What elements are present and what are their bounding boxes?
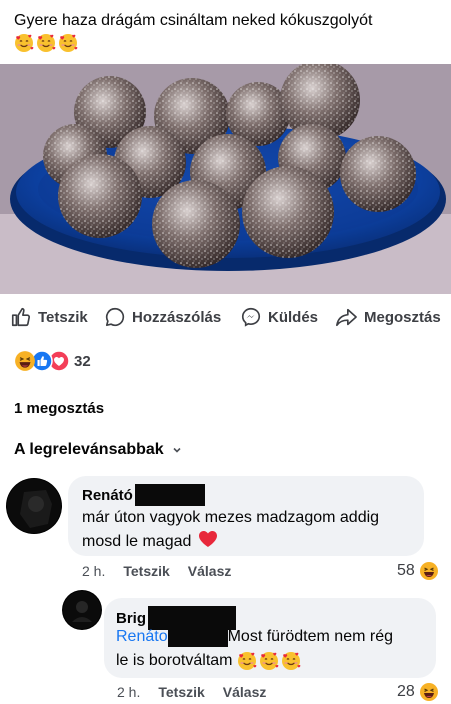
comment-reply-button[interactable]: Válasz [188,563,232,579]
like-button[interactable]: Tetszik [10,306,88,328]
haha-icon [419,561,439,581]
reaction-summary[interactable]: 32 [14,350,91,372]
post-action-bar: Tetszik Hozzászólás Küldés Megosztás [0,300,451,336]
reaction-count-value: 58 [397,562,415,579]
comment-body: már úton vagyok mezes madzagom addig mos… [82,509,380,550]
reaction-count: 32 [74,352,91,370]
reply-mention[interactable]: Renáto [116,628,168,645]
smiling-face-with-hearts-icon [281,651,301,671]
smiling-face-with-hearts-icon [58,33,78,53]
comment-like-button[interactable]: Tetszik [123,563,169,579]
comment-author[interactable]: Renátó [82,487,133,504]
smiling-face-with-hearts-icon [237,651,257,671]
reply-text-line2: le is borotváltam [116,649,301,673]
redacted-name [134,484,205,506]
send-button[interactable]: Küldés [240,306,318,328]
comment-time[interactable]: 2 h. [82,563,105,579]
reply-emojis [237,651,301,671]
reply-reaction-count[interactable]: 28 [397,682,439,702]
reaction-count-value: 28 [397,683,415,700]
send-label: Küldés [268,308,319,326]
comment-bubble[interactable]: Renátó már úton vagyok mezes madzagom ad… [68,476,424,556]
smiling-face-with-hearts-icon [36,33,56,53]
avatar[interactable] [6,478,62,534]
post-emojis [14,33,78,53]
reply-body-line1: Most fürödtem nem rég [227,628,393,645]
like-label: Tetszik [38,308,88,326]
reply-time[interactable]: 2 h. [117,684,140,700]
post-text: Gyere haza drágám csináltam neked kókusz… [14,10,439,54]
smiling-face-with-hearts-icon [259,651,279,671]
redacted-name [167,626,228,647]
comment-header: Renátó [82,484,205,506]
haha-icon [419,682,439,702]
coconut-balls-photo [0,64,451,294]
reply-reply-button[interactable]: Válasz [223,684,267,700]
smiling-face-with-hearts-icon [14,33,34,53]
share-label: Megosztás [364,308,441,326]
reply-text-line1: Renáto Most fürödtem nem rég [116,625,432,649]
comment-meta: 2 h. Tetszik Válasz [82,563,249,579]
reply-author[interactable]: Brig [116,610,146,627]
share-button[interactable]: Megosztás [334,306,441,328]
reply-like-button[interactable]: Tetszik [158,684,204,700]
share-count[interactable]: 1 megosztás [14,400,104,417]
comment-reaction-count[interactable]: 58 [397,561,439,581]
reply-body-line2: le is borotváltam [116,652,233,669]
comment-text: már úton vagyok mezes madzagom addig mos… [82,506,412,554]
red-heart-icon [198,531,217,547]
share-icon [336,308,357,327]
thumbs-up-icon [11,307,30,327]
post-photo[interactable] [0,64,451,294]
comment-button[interactable]: Hozzászólás [104,306,221,328]
reply-bubble[interactable]: Brig Renáto Most fürödtem nem rég le is b… [104,598,436,678]
messenger-icon [241,307,261,327]
post-body: Gyere haza drágám csináltam neked kókusz… [14,12,373,29]
avatar-image [7,479,61,533]
sort-label: A legrelevánsabbak [14,441,164,458]
comment-sort-dropdown[interactable]: A legrelevánsabbak [14,441,182,459]
comment-icon [105,307,125,327]
chevron-down-icon [173,447,181,453]
avatar-image [63,591,101,629]
avatar[interactable] [62,590,102,630]
comment-label: Hozzászólás [132,308,222,326]
reply-meta: 2 h. Tetszik Válasz [117,684,284,700]
haha-icon [14,350,36,372]
